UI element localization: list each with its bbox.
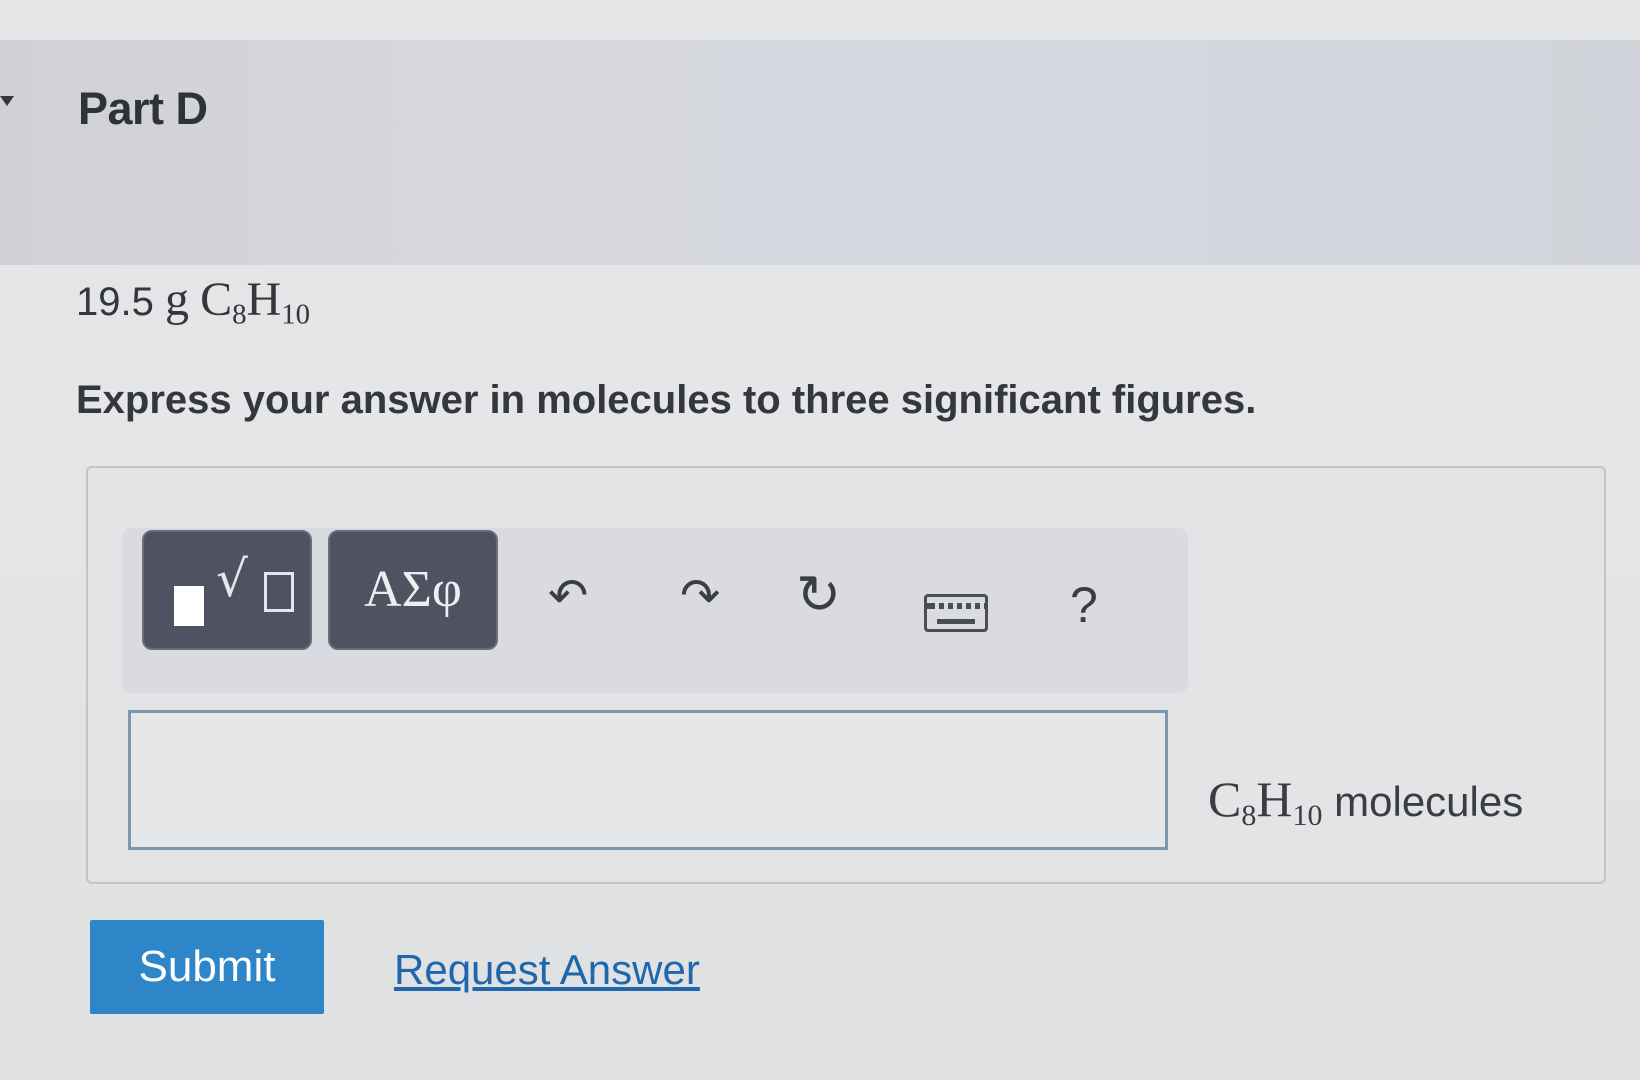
reset-icon[interactable]: ↻ <box>796 568 841 622</box>
undo-icon[interactable]: ↶ <box>548 572 588 620</box>
square-root-template-icon: √ <box>216 550 248 608</box>
help-icon[interactable]: ? <box>1070 576 1098 634</box>
unit-word: molecules <box>1334 778 1524 825</box>
answer-unit-label: C8H10 molecules <box>1208 770 1523 833</box>
problem-formula: C8H10 <box>200 273 310 331</box>
top-strip <box>0 0 1640 40</box>
templates-button[interactable]: √ <box>142 530 312 650</box>
template-block-icon <box>174 586 204 626</box>
request-answer-link[interactable]: Request Answer <box>394 946 700 994</box>
submit-button[interactable]: Submit <box>90 920 324 1014</box>
keyboard-icon[interactable] <box>924 594 988 632</box>
part-title: Part D <box>78 83 208 134</box>
redo-icon[interactable]: ↷ <box>680 572 720 620</box>
problem-mass-unit: g <box>164 273 189 326</box>
symbols-button[interactable]: ΑΣφ <box>328 530 498 650</box>
unit-formula: C8H10 <box>1208 771 1323 832</box>
instruction-text: Express your answer in molecules to thre… <box>76 378 1257 422</box>
symbols-label: ΑΣφ <box>364 561 462 618</box>
problem-statement: 19.5 g C8H10 <box>76 272 310 332</box>
problem-mass: 19.5 <box>76 280 154 324</box>
collapse-caret-icon[interactable] <box>0 96 14 106</box>
answer-input[interactable] <box>128 710 1168 850</box>
part-header[interactable] <box>0 40 1640 265</box>
template-box-icon <box>264 572 294 612</box>
